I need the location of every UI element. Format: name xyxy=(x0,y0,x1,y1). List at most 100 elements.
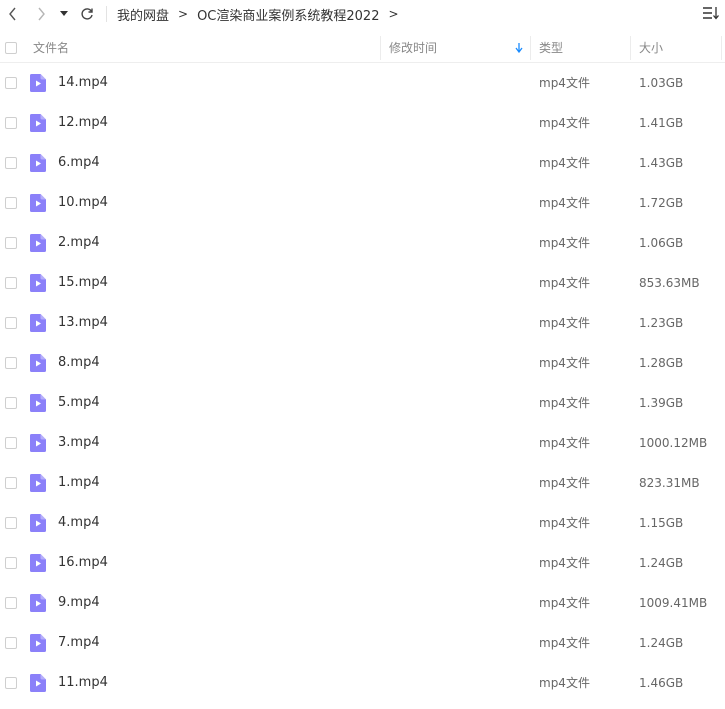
file-list: 14.mp4 mp4文件 1.03GB 12.mp4 mp4文件 1.41GB 6.mp4 m… xyxy=(0,63,725,703)
file-type: mp4文件 xyxy=(539,436,590,450)
file-row[interactable]: 10.mp4 mp4文件 1.72GB xyxy=(0,183,725,223)
file-name[interactable]: 14.mp4 xyxy=(58,63,108,103)
file-row-checkbox[interactable] xyxy=(5,477,17,489)
file-row[interactable]: 12.mp4 mp4文件 1.41GB xyxy=(0,103,725,143)
file-row-checkbox[interactable] xyxy=(5,637,17,649)
back-button[interactable] xyxy=(0,1,26,27)
file-name[interactable]: 6.mp4 xyxy=(58,143,100,183)
file-type: mp4文件 xyxy=(539,596,590,610)
file-list-header: 文件名 修改时间 类型 大小 xyxy=(0,33,725,63)
column-header-type[interactable]: 类型 xyxy=(539,33,563,62)
file-type: mp4文件 xyxy=(539,636,590,650)
toolbar: 我的网盘 > OC渲染商业案例系统教程2022 > xyxy=(0,0,725,28)
file-row-checkbox[interactable] xyxy=(5,237,17,249)
file-row-checkbox[interactable] xyxy=(5,397,17,409)
file-size: 1.24GB xyxy=(639,636,684,650)
file-row-checkbox[interactable] xyxy=(5,197,17,209)
file-row[interactable]: 6.mp4 mp4文件 1.43GB xyxy=(0,143,725,183)
breadcrumb-separator: > xyxy=(178,7,189,21)
file-size: 1000.12MB xyxy=(639,436,708,450)
video-file-icon xyxy=(30,154,46,172)
forward-button[interactable] xyxy=(28,1,54,27)
file-name[interactable]: 12.mp4 xyxy=(58,103,108,143)
file-name[interactable]: 13.mp4 xyxy=(58,303,108,343)
breadcrumb-item-root[interactable]: 我的网盘 xyxy=(117,5,169,24)
file-type: mp4文件 xyxy=(539,396,590,410)
file-row[interactable]: 2.mp4 mp4文件 1.06GB xyxy=(0,223,725,263)
video-file-icon xyxy=(30,274,46,292)
sort-arrow-down-icon[interactable] xyxy=(515,42,523,53)
file-row-checkbox[interactable] xyxy=(5,77,17,89)
file-name[interactable]: 1.mp4 xyxy=(58,463,100,503)
file-row[interactable]: 7.mp4 mp4文件 1.24GB xyxy=(0,623,725,663)
file-row[interactable]: 5.mp4 mp4文件 1.39GB xyxy=(0,383,725,423)
file-row-checkbox[interactable] xyxy=(5,677,17,689)
file-type: mp4文件 xyxy=(539,356,590,370)
file-row[interactable]: 14.mp4 mp4文件 1.03GB xyxy=(0,63,725,103)
file-size: 1.46GB xyxy=(639,676,684,690)
file-row-checkbox[interactable] xyxy=(5,437,17,449)
file-name[interactable]: 10.mp4 xyxy=(58,183,108,223)
column-header-size[interactable]: 大小 xyxy=(639,33,663,62)
video-file-icon xyxy=(30,474,46,492)
video-file-icon xyxy=(30,114,46,132)
file-type: mp4文件 xyxy=(539,316,590,330)
file-name[interactable]: 16.mp4 xyxy=(58,543,108,583)
refresh-button[interactable] xyxy=(74,1,100,27)
file-type: mp4文件 xyxy=(539,276,590,290)
sort-desc-icon-cell xyxy=(515,33,523,62)
column-divider[interactable] xyxy=(630,36,631,60)
column-divider[interactable] xyxy=(380,36,381,60)
column-header-modified[interactable]: 修改时间 xyxy=(389,33,437,62)
history-dropdown-button[interactable] xyxy=(56,1,72,27)
file-row[interactable]: 15.mp4 mp4文件 853.63MB xyxy=(0,263,725,303)
file-size: 1.03GB xyxy=(639,76,684,90)
chevron-left-icon xyxy=(9,7,16,21)
file-size: 853.63MB xyxy=(639,276,700,290)
sort-menu-button[interactable] xyxy=(703,5,719,24)
file-type: mp4文件 xyxy=(539,76,590,90)
file-name[interactable]: 8.mp4 xyxy=(58,343,100,383)
file-name[interactable]: 3.mp4 xyxy=(58,423,100,463)
file-name[interactable]: 7.mp4 xyxy=(58,623,100,663)
file-size: 1.24GB xyxy=(639,556,684,570)
video-file-icon xyxy=(30,234,46,252)
file-row-checkbox[interactable] xyxy=(5,597,17,609)
file-name[interactable]: 11.mp4 xyxy=(58,663,108,703)
video-file-icon xyxy=(30,634,46,652)
file-row-checkbox[interactable] xyxy=(5,117,17,129)
file-name[interactable]: 2.mp4 xyxy=(58,223,100,263)
file-row[interactable]: 1.mp4 mp4文件 823.31MB xyxy=(0,463,725,503)
video-file-icon xyxy=(30,74,46,92)
file-row[interactable]: 9.mp4 mp4文件 1009.41MB xyxy=(0,583,725,623)
file-row-checkbox[interactable] xyxy=(5,517,17,529)
column-header-name[interactable]: 文件名 xyxy=(33,33,69,62)
column-divider[interactable] xyxy=(530,36,531,60)
file-size: 1.39GB xyxy=(639,396,684,410)
file-row[interactable]: 3.mp4 mp4文件 1000.12MB xyxy=(0,423,725,463)
file-name[interactable]: 4.mp4 xyxy=(58,503,100,543)
file-row[interactable]: 13.mp4 mp4文件 1.23GB xyxy=(0,303,725,343)
file-row[interactable]: 11.mp4 mp4文件 1.46GB xyxy=(0,663,725,703)
file-size: 1.23GB xyxy=(639,316,684,330)
sort-list-icon xyxy=(703,7,719,20)
column-divider[interactable] xyxy=(721,36,722,60)
file-name[interactable]: 9.mp4 xyxy=(58,583,100,623)
file-type: mp4文件 xyxy=(539,236,590,250)
toolbar-divider xyxy=(106,6,107,22)
file-row-checkbox[interactable] xyxy=(5,357,17,369)
file-row[interactable]: 16.mp4 mp4文件 1.24GB xyxy=(0,543,725,583)
breadcrumb-item-folder[interactable]: OC渲染商业案例系统教程2022 xyxy=(197,5,379,24)
file-row-checkbox[interactable] xyxy=(5,277,17,289)
file-type: mp4文件 xyxy=(539,156,590,170)
file-row[interactable]: 8.mp4 mp4文件 1.28GB xyxy=(0,343,725,383)
select-all-checkbox[interactable] xyxy=(5,41,17,54)
file-row-checkbox[interactable] xyxy=(5,557,17,569)
file-row[interactable]: 4.mp4 mp4文件 1.15GB xyxy=(0,503,725,543)
file-type: mp4文件 xyxy=(539,676,590,690)
file-size: 1.15GB xyxy=(639,516,684,530)
file-name[interactable]: 15.mp4 xyxy=(58,263,108,303)
file-row-checkbox[interactable] xyxy=(5,157,17,169)
file-name[interactable]: 5.mp4 xyxy=(58,383,100,423)
file-row-checkbox[interactable] xyxy=(5,317,17,329)
